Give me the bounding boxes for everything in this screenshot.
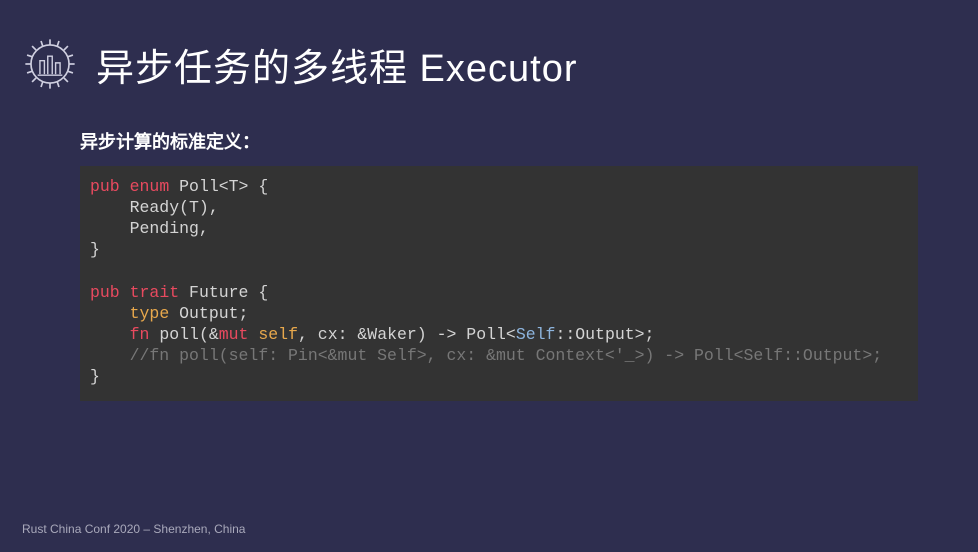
code-token: { — [248, 177, 268, 196]
slide-title: 异步任务的多线程 Executor — [96, 37, 578, 92]
code-token: fn — [130, 325, 150, 344]
code-token: ::Output>; — [555, 325, 654, 344]
code-token: pub — [90, 283, 120, 302]
code-token: Poll — [179, 177, 219, 196]
code-token: { — [248, 283, 268, 302]
code-token: poll — [149, 325, 199, 344]
slide-footer: Rust China Conf 2020 – Shenzhen, China — [22, 522, 245, 536]
code-comment: //fn poll(self: Pin<&mut Self>, cx: &mut… — [90, 346, 882, 365]
code-token: Output — [169, 304, 238, 323]
code-line: } — [90, 240, 100, 259]
section-subtitle: 异步计算的标准定义： — [80, 128, 978, 154]
code-token: <T> — [219, 177, 249, 196]
code-token: ; — [239, 304, 249, 323]
gear-logo-icon — [22, 36, 78, 92]
code-token: Future — [189, 283, 248, 302]
code-token: type — [130, 304, 170, 323]
code-token: self — [248, 325, 298, 344]
code-line: } — [90, 367, 100, 386]
code-token: (& — [199, 325, 219, 344]
code-token: enum — [130, 177, 170, 196]
code-line: Pending, — [90, 219, 209, 238]
code-token: trait — [130, 283, 180, 302]
code-token: , cx: &Waker) -> Poll< — [298, 325, 516, 344]
slide-header: 异步任务的多线程 Executor — [0, 0, 978, 92]
code-token: pub — [90, 177, 120, 196]
code-token: mut — [219, 325, 249, 344]
code-line: Ready(T), — [90, 198, 219, 217]
code-block: pub enum Poll<T> { Ready(T), Pending, } … — [80, 166, 918, 401]
code-token: Self — [516, 325, 556, 344]
